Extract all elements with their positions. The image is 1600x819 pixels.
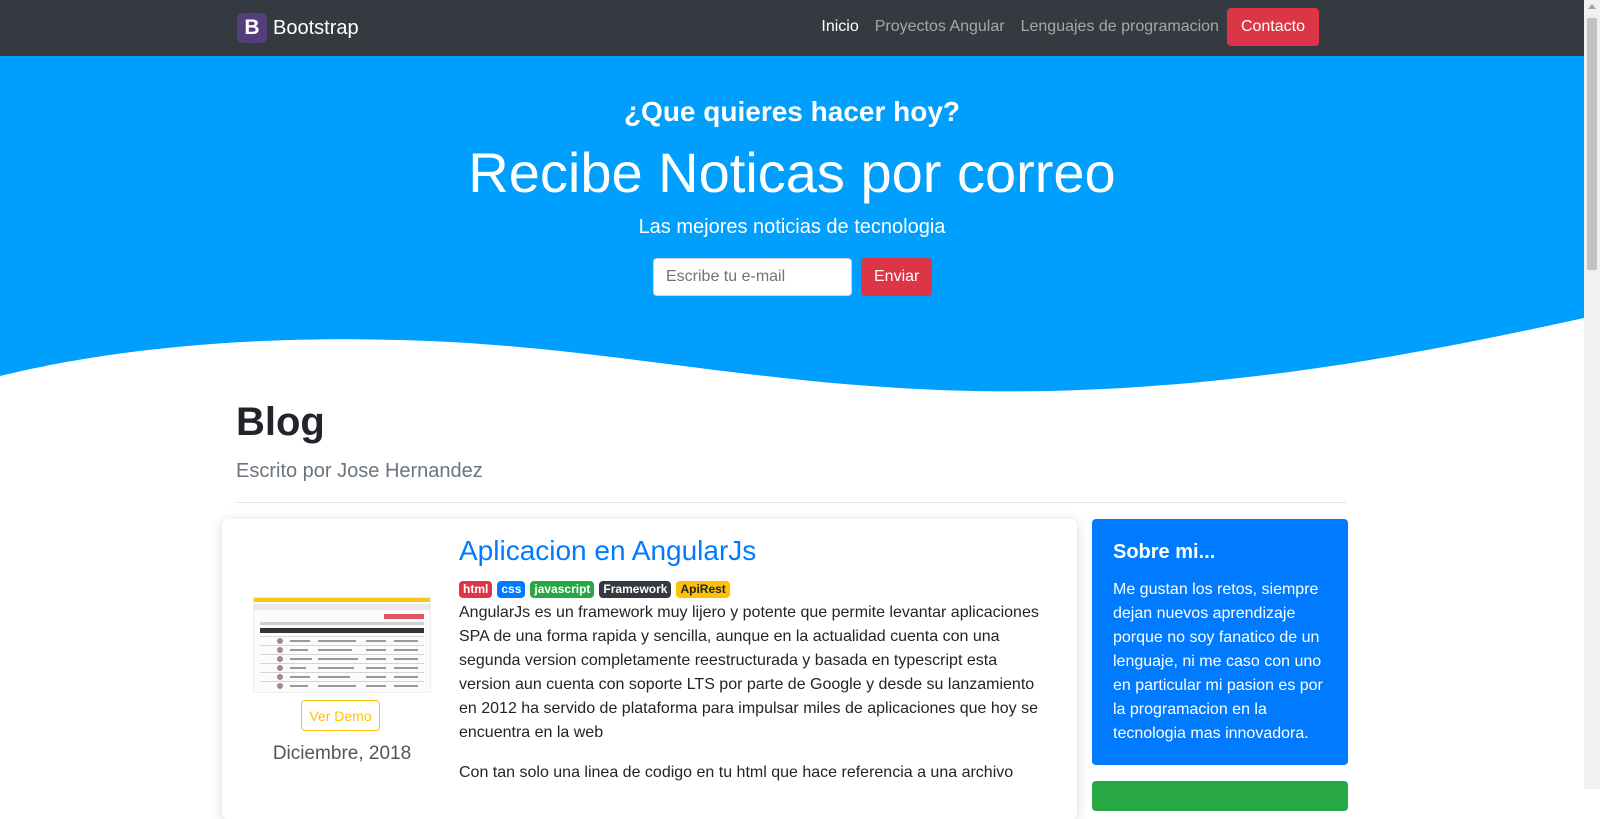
article-title-link[interactable]: Aplicacion en AngularJs xyxy=(459,535,756,566)
nav-link-inicio[interactable]: Inicio xyxy=(821,18,858,36)
about-title: Sobre mi... xyxy=(1113,541,1216,563)
hero-title: Recibe Noticas por correo xyxy=(468,141,1116,204)
page-scrollbar[interactable] xyxy=(1584,0,1600,789)
scroll-up-arrow-icon[interactable] xyxy=(1588,4,1596,9)
demo-button[interactable]: Ver Demo xyxy=(301,700,380,731)
article-paragraph-2: Con tan solo una linea de codigo en tu h… xyxy=(459,764,1014,781)
tag-badge: ApiRest xyxy=(676,581,730,598)
hero-section: ¿Que quieres hacer hoy? Recibe Noticas p… xyxy=(0,56,1584,401)
scrollbar-thumb[interactable] xyxy=(1587,18,1597,270)
article-card: Ver Demo Diciembre, 2018 Aplicacion en A… xyxy=(222,519,1077,819)
brand-link[interactable]: B Bootstrap xyxy=(237,13,359,43)
about-card: Sobre mi... Me gustan los retos, siempre… xyxy=(1092,519,1348,765)
next-sidebar-card xyxy=(1092,781,1348,811)
tag-badge: javascript xyxy=(530,581,595,598)
tag-list: html css javascript Framework ApiRest xyxy=(459,581,735,598)
hero-kicker: ¿Que quieres hacer hoy? xyxy=(623,96,961,127)
nav-links: Inicio Proyectos Angular Lenguajes de pr… xyxy=(805,8,1319,46)
blog-author: Escrito por Jose Hernandez xyxy=(236,460,483,482)
article-paragraph: AngularJs es un framework muy lijero y p… xyxy=(459,604,1039,741)
tag-badge: Framework xyxy=(599,581,672,598)
tag-badge: html xyxy=(459,581,493,598)
article-thumbnail[interactable] xyxy=(253,597,431,693)
article-date: Diciembre, 2018 xyxy=(272,743,412,764)
bootstrap-logo-icon: B xyxy=(237,13,267,43)
blog-title: Blog xyxy=(236,400,325,444)
app-screenshot-image xyxy=(254,598,430,692)
navbar: B Bootstrap Inicio Proyectos Angular Len… xyxy=(0,0,1584,56)
nav-link-lenguajes[interactable]: Lenguajes de programacion xyxy=(1021,18,1219,36)
brand-name: Bootstrap xyxy=(273,16,359,39)
divider xyxy=(237,502,1346,503)
about-text: Me gustan los retos, siempre dejan nuevo… xyxy=(1113,581,1323,742)
hero-subtitle: Las mejores noticias de tecnologia xyxy=(638,216,946,238)
nav-link-proyectos-angular[interactable]: Proyectos Angular xyxy=(875,18,1005,36)
tag-badge: css xyxy=(497,581,526,598)
subscribe-form: Enviar xyxy=(653,258,933,296)
send-button[interactable]: Enviar xyxy=(861,258,933,296)
article-title[interactable]: Aplicacion en AngularJs xyxy=(459,535,756,567)
contact-button[interactable]: Contacto xyxy=(1226,8,1319,46)
email-input[interactable] xyxy=(653,258,852,296)
